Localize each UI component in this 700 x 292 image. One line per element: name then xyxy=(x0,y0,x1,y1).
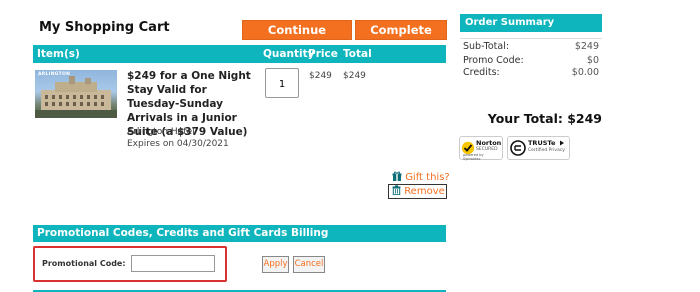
promo-code-summary-label: Promo Code: xyxy=(463,55,524,66)
play-arrow-icon xyxy=(560,140,564,146)
truste-subtitle: Certified Privacy xyxy=(528,148,565,153)
truste-title: TRUSTe xyxy=(528,139,556,147)
promo-section-title: Promotional Codes, Credits and Gift Card… xyxy=(37,227,329,239)
cart-table-header: Item(s) Quantity Price Total xyxy=(33,45,446,63)
column-header-price: Price xyxy=(308,48,338,60)
apply-button[interactable]: Apply xyxy=(262,256,289,273)
truste-certified-badge[interactable]: TRUSTe Certified Privacy xyxy=(507,136,570,160)
norton-secured-badge[interactable]: Norton SECURED powered by Symantec xyxy=(459,136,503,161)
quantity-input[interactable] xyxy=(266,72,298,96)
cancel-button[interactable]: Cancel xyxy=(293,256,325,273)
promo-code-summary-value: $0 xyxy=(586,55,599,66)
subtotal-value: $249 xyxy=(574,41,599,52)
promo-section-header: Promotional Codes, Credits and Gift Card… xyxy=(33,225,446,242)
order-total: Your Total: $249 xyxy=(487,111,602,126)
summary-divider xyxy=(460,38,602,39)
gift-this-label: Gift this? xyxy=(405,172,450,183)
norton-powered-by: powered by Symantec xyxy=(463,153,484,161)
hotel-name: Arlington Hotel xyxy=(127,127,195,137)
thumbnail-caption: ARLINGTON xyxy=(38,72,71,77)
column-header-quantity: Quantity xyxy=(263,48,315,60)
complete-order-button[interactable]: Complete Order xyxy=(355,20,447,55)
credits-value: $0.00 xyxy=(571,67,599,78)
quantity-field[interactable] xyxy=(265,68,299,98)
order-summary-header: Order Summary xyxy=(460,14,602,32)
column-header-items: Item(s) xyxy=(37,48,80,60)
continue-shopping-button[interactable]: Continue Shopping xyxy=(242,20,352,55)
credits-label: Credits: xyxy=(463,67,500,78)
hotel-thumbnail[interactable]: ARLINGTON xyxy=(35,70,117,118)
remove-label: Remove xyxy=(404,186,445,197)
subtotal-label: Sub-Total: xyxy=(463,41,510,52)
expiration-date: Expires on 04/30/2021 xyxy=(127,139,229,149)
truste-logo-icon xyxy=(510,140,526,156)
item-price: $249 xyxy=(309,71,332,81)
promo-code-label: Promotional Code: xyxy=(42,259,126,268)
remove-button[interactable]: Remove xyxy=(388,184,447,199)
page-title: My Shopping Cart xyxy=(39,20,170,35)
item-total: $249 xyxy=(343,71,366,81)
order-summary-title: Order Summary xyxy=(465,17,555,28)
promo-code-input[interactable] xyxy=(131,255,215,272)
gift-this-link[interactable]: Gift this? xyxy=(392,171,450,183)
norton-title: Norton xyxy=(476,139,502,147)
column-header-total: Total xyxy=(343,48,372,60)
trash-icon xyxy=(392,185,401,196)
gift-icon xyxy=(392,171,402,181)
norton-subtitle: SECURED xyxy=(476,147,498,152)
